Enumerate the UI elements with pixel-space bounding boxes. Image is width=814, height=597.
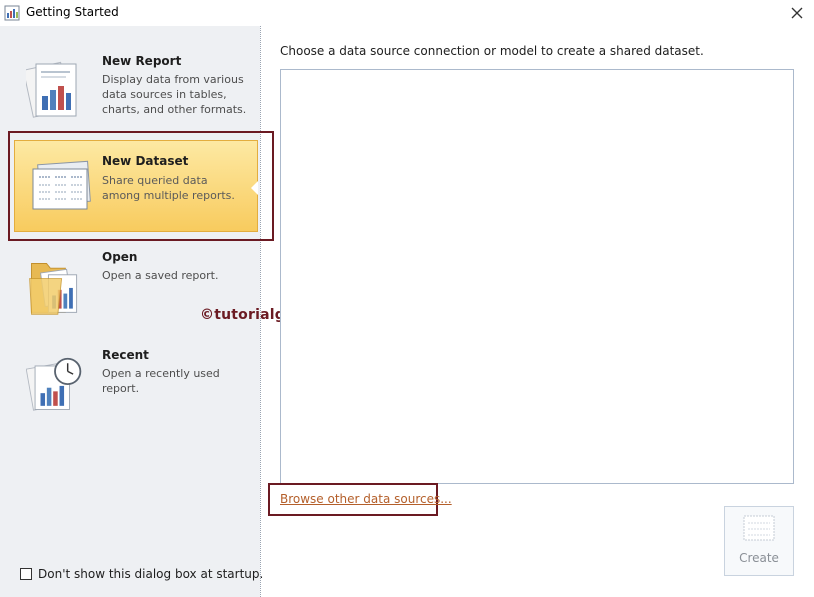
selection-pointer [251, 181, 258, 195]
sidebar-item-label: New Report [102, 54, 182, 68]
recent-clock-icon [26, 357, 82, 411]
sidebar-item-recent[interactable]: Recent Open a recently used report. [0, 348, 260, 442]
dataset-icon [32, 160, 91, 210]
instruction-text: Choose a data source connection or model… [280, 44, 704, 58]
close-icon [791, 7, 803, 19]
browse-data-sources-link[interactable]: Browse other data sources... [280, 492, 452, 506]
sidebar-item-new-dataset[interactable]: New Dataset Share queried data among mul… [14, 140, 258, 232]
sidebar-item-description: Open a saved report. [102, 269, 219, 282]
sidebar-item-label: Recent [102, 348, 149, 362]
create-dataset-icon [743, 515, 775, 541]
startup-checkbox[interactable] [20, 568, 32, 580]
create-button[interactable]: Create [724, 506, 794, 576]
sidebar-item-open[interactable]: Open Open a saved report. [0, 250, 260, 344]
folder-icon [29, 263, 78, 315]
sidebar-item-label: Open [102, 250, 138, 264]
close-button[interactable] [786, 2, 808, 24]
app-chart-icon [4, 5, 20, 21]
window-title: Getting Started [26, 5, 119, 19]
data-source-list[interactable] [280, 69, 794, 484]
report-icon [26, 61, 77, 118]
sidebar-item-new-report[interactable]: New Report Display data from various dat… [0, 54, 260, 148]
sidebar-item-label: New Dataset [102, 154, 189, 168]
startup-checkbox-label[interactable]: Don't show this dialog box at startup. [38, 567, 263, 581]
sidebar-item-description: Share queried data among multiple report… [102, 174, 235, 202]
sidebar-item-description: Open a recently used report. [102, 367, 220, 395]
create-button-label: Create [739, 551, 779, 565]
sidebar-item-description: Display data from various data sources i… [102, 73, 247, 116]
title-bar: Getting Started [0, 0, 814, 26]
